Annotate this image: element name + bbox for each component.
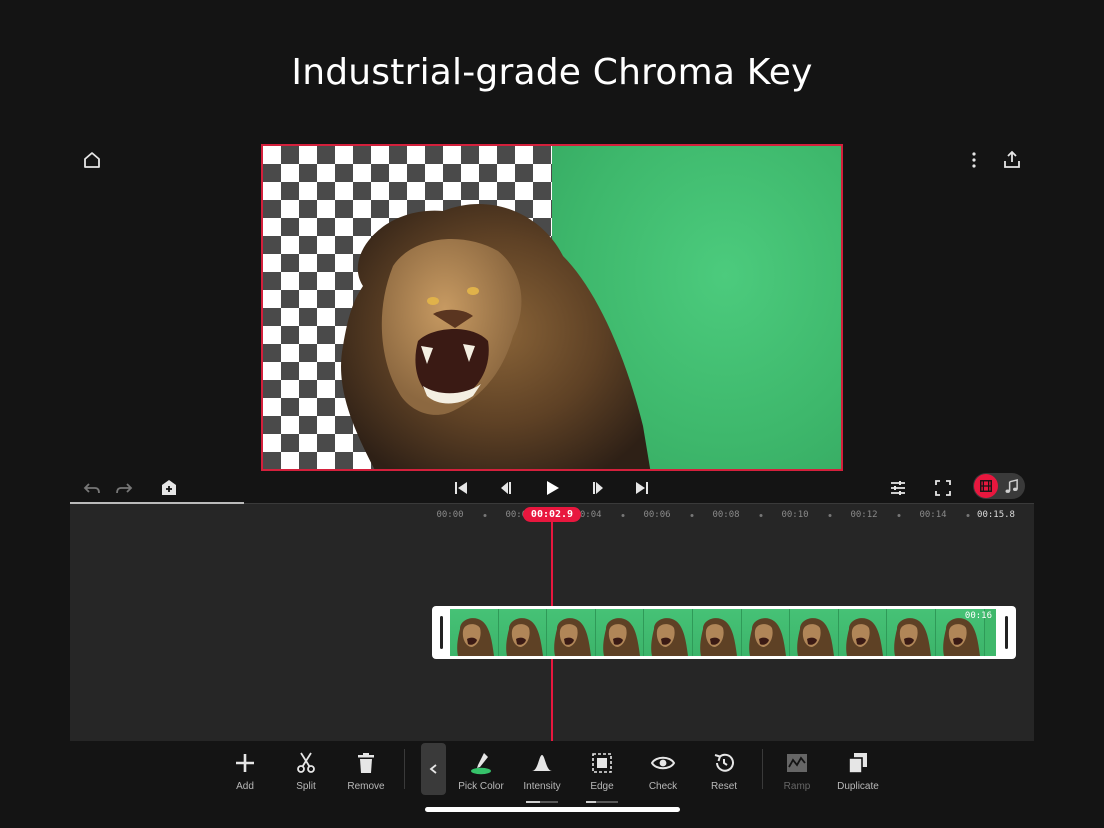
ruler-tick-dot xyxy=(483,514,486,517)
ruler-tick-label: 00:08 xyxy=(712,510,740,520)
clip-thumbnail xyxy=(790,609,839,656)
play-icon[interactable] xyxy=(540,476,564,500)
redo-icon[interactable] xyxy=(112,476,136,500)
clip-thumbnail xyxy=(547,609,596,656)
adjust-icon[interactable] xyxy=(886,476,910,500)
intensity-icon xyxy=(532,755,552,771)
clip-trim-handle-left[interactable] xyxy=(440,616,443,649)
film-icon[interactable] xyxy=(974,474,998,498)
ruler-tick-dot xyxy=(966,514,969,517)
check-button[interactable]: Check xyxy=(631,747,695,797)
ruler-tick-dot xyxy=(897,514,900,517)
more-vertical-icon[interactable] xyxy=(962,148,986,172)
clip-thumbnail xyxy=(887,609,936,656)
ruler-end-time: 00:15.8 xyxy=(977,510,1015,520)
clip-thumbnail xyxy=(741,609,791,656)
edge-button[interactable]: Edge xyxy=(570,747,634,803)
check-label: Check xyxy=(648,781,678,792)
next-frame-icon[interactable] xyxy=(585,476,609,500)
toolbar-divider xyxy=(404,749,405,789)
trash-icon xyxy=(358,753,374,773)
remove-button[interactable]: Remove xyxy=(334,747,398,797)
duplicate-label: Duplicate xyxy=(837,781,879,792)
ramp-icon xyxy=(787,754,807,772)
ruler-tick-label: 00:06 xyxy=(643,510,671,520)
edge-level xyxy=(586,801,618,803)
clip-thumbnail xyxy=(595,609,645,656)
prev-frame-icon[interactable] xyxy=(495,476,519,500)
reset-label: Reset xyxy=(710,781,738,792)
intensity-level xyxy=(526,801,558,803)
lion-subject xyxy=(341,203,651,469)
split-label: Split xyxy=(296,781,316,792)
share-icon[interactable] xyxy=(1000,148,1024,172)
remove-label: Remove xyxy=(347,781,385,792)
ruler-tick-dot xyxy=(621,514,624,517)
scissors-icon xyxy=(297,752,315,773)
pick-color-button[interactable]: Pick Color xyxy=(449,747,513,797)
fullscreen-icon[interactable] xyxy=(931,476,955,500)
video-clip[interactable]: 00:16 xyxy=(432,606,1016,659)
eye-icon xyxy=(651,756,675,770)
headline: Industrial-grade Chroma Key xyxy=(291,52,813,93)
pick-color-label: Pick Color xyxy=(458,781,504,792)
clip-thumbnails xyxy=(450,609,996,656)
ramp-label: Ramp xyxy=(783,781,811,792)
split-button[interactable]: Split xyxy=(274,747,338,797)
home-indicator[interactable] xyxy=(425,807,680,812)
toolbar-divider xyxy=(762,749,763,789)
playback-control-bar xyxy=(70,470,1034,504)
clip-duration: 00:16 xyxy=(964,611,992,621)
skip-end-icon[interactable] xyxy=(630,476,654,500)
timeline-panel[interactable]: 00:15.8 00:00 00:02 00:04 00:06 00:08 00:10 00… xyxy=(70,504,1034,741)
ruler-tick-label: 00:10 xyxy=(781,510,809,520)
ruler-tick-label: 00:14 xyxy=(919,510,947,520)
clip-thumbnail xyxy=(692,609,742,656)
intensity-label: Intensity xyxy=(523,781,561,792)
skip-start-icon[interactable] xyxy=(449,476,473,500)
back-button[interactable] xyxy=(421,743,446,795)
undo-icon[interactable] xyxy=(80,476,104,500)
music-note-icon[interactable] xyxy=(1001,476,1021,496)
duplicate-icon xyxy=(848,753,867,774)
clip-thumbnail xyxy=(838,609,888,656)
clip-trim-handle-right[interactable] xyxy=(1005,616,1008,649)
edge-label: Edge xyxy=(590,781,614,792)
history-icon xyxy=(714,753,734,772)
intensity-button[interactable]: Intensity xyxy=(510,747,574,803)
video-preview[interactable] xyxy=(261,144,843,471)
ramp-button[interactable]: Ramp xyxy=(765,747,829,797)
clip-thumbnail xyxy=(498,609,548,656)
chevron-left-icon xyxy=(429,764,437,774)
eyedropper-icon xyxy=(471,753,491,775)
ruler-tick-dot xyxy=(828,514,831,517)
bottom-toolbar: Add Split Remove Pick Color Intensity Ed… xyxy=(0,741,1104,828)
clip-thumbnail xyxy=(450,609,499,656)
home-icon[interactable] xyxy=(80,148,104,172)
reset-button[interactable]: Reset xyxy=(692,747,756,797)
media-mode-toggle[interactable] xyxy=(973,473,1025,499)
ruler-tick-label: 00:12 xyxy=(850,510,878,520)
edge-icon xyxy=(592,753,612,773)
ruler-tick-dot xyxy=(690,514,693,517)
add-button[interactable]: Add xyxy=(213,747,277,797)
ruler-tick-label: 00:00 xyxy=(436,510,464,520)
ruler-tick-dot xyxy=(759,514,762,517)
duplicate-button[interactable]: Duplicate xyxy=(826,747,890,797)
add-layer-icon[interactable] xyxy=(157,476,181,500)
add-label: Add xyxy=(236,781,254,792)
clip-thumbnail xyxy=(644,609,693,656)
plus-icon xyxy=(236,754,254,772)
